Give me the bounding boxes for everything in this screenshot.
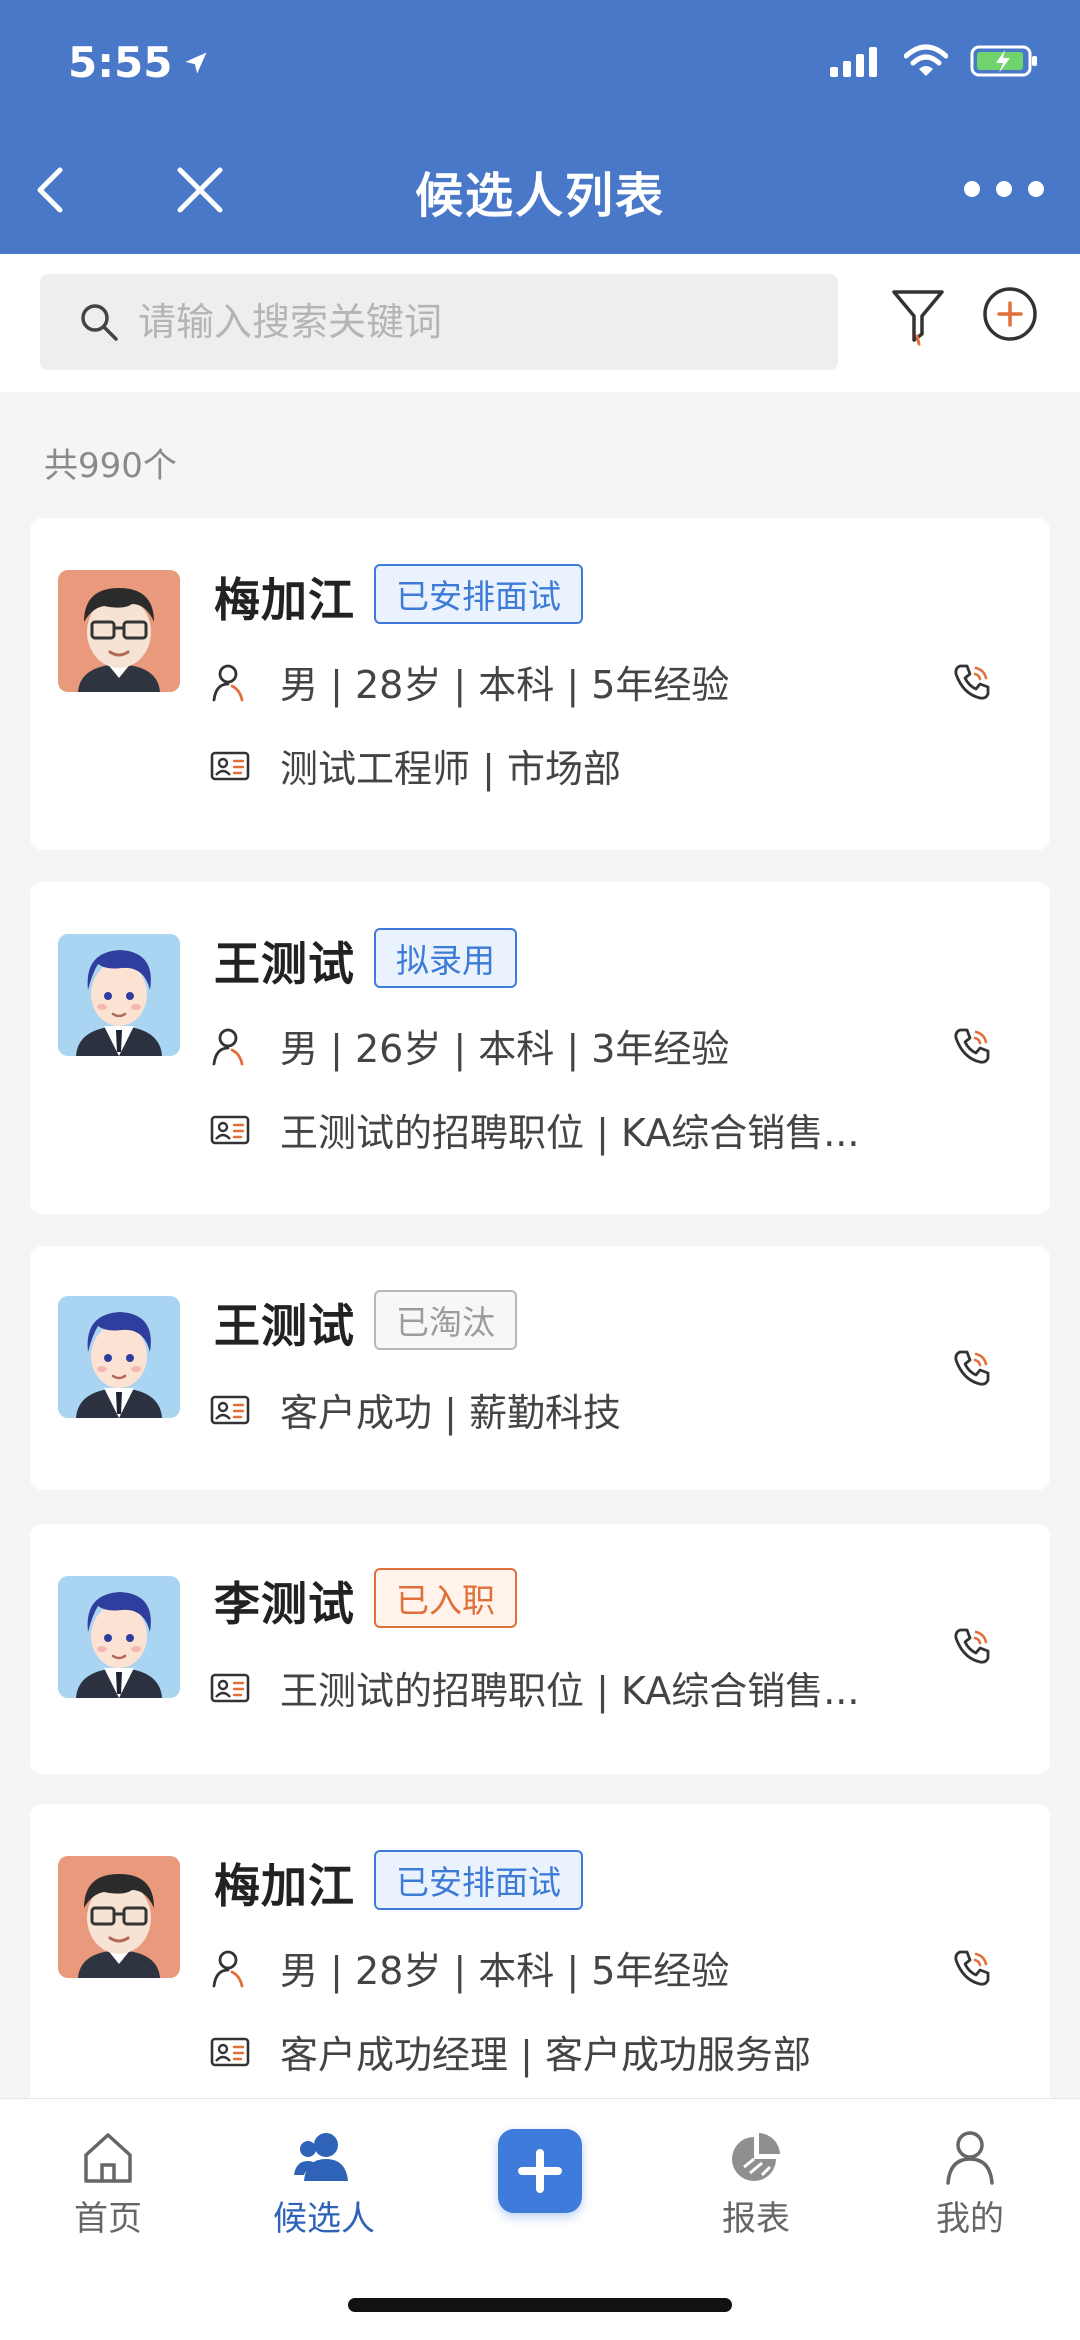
location-arrow-icon — [185, 52, 207, 73]
result-count: 共990个 — [44, 446, 177, 486]
status-badge: 已安排面试 — [374, 1850, 583, 1910]
home-icon — [84, 2133, 132, 2183]
quick-add-button[interactable] — [498, 2129, 582, 2213]
avatar — [58, 1856, 180, 1978]
candidate-info: 男 | 26岁 | 本科 | 3年经验 — [280, 1027, 730, 1071]
pie-chart-icon — [732, 2133, 780, 2181]
candidate-position-row: 客户成功 | 薪勤科技 — [210, 1382, 621, 1437]
search-row — [0, 254, 1080, 392]
search-box[interactable] — [40, 274, 838, 370]
candidate-position: 王测试的招聘职位 | KA综合销售... — [280, 1669, 860, 1713]
id-card-icon — [210, 746, 250, 786]
signal-icon — [830, 47, 877, 77]
candidate-position-row: 客户成功经理 | 客户成功服务部 — [210, 2024, 811, 2079]
phone-icon[interactable] — [950, 1346, 994, 1390]
candidate-info: 男 | 28岁 | 本科 | 5年经验 — [280, 1949, 730, 1993]
candidate-name: 梅加江 — [214, 573, 355, 627]
top-bar: 5:55 候选人列表 — [0, 0, 1080, 254]
tab-label: 我的 — [936, 2199, 1004, 2239]
candidate-position-row: 测试工程师 | 市场部 — [210, 738, 621, 793]
phone-icon[interactable] — [950, 1624, 994, 1668]
candidate-card[interactable]: 梅加江 已安排面试 男 | 28岁 | 本科 | 5年经验 测试工程师 | 市场… — [30, 518, 1050, 850]
candidate-position: 王测试的招聘职位 | KA综合销售... — [280, 1111, 860, 1155]
id-card-icon — [210, 2032, 250, 2072]
candidate-name: 李测试 — [214, 1577, 355, 1631]
candidate-card[interactable]: 梅加江 已安排面试 男 | 28岁 | 本科 | 5年经验 客户成功经理 | 客… — [30, 1804, 1050, 2144]
person-icon — [210, 662, 250, 702]
candidate-info-row: 男 | 28岁 | 本科 | 5年经验 — [210, 1940, 729, 1995]
add-candidate-icon[interactable] — [980, 284, 1040, 344]
status-time: 5:55 — [68, 38, 210, 87]
person-icon — [210, 1948, 250, 1988]
id-card-icon — [210, 1110, 250, 1150]
battery-charging-icon — [970, 45, 1037, 77]
avatar — [58, 1296, 180, 1418]
page-title: 候选人列表 — [414, 168, 665, 224]
candidate-name: 梅加江 — [214, 1859, 355, 1913]
candidate-card[interactable]: 王测试 已淘汰 客户成功 | 薪勤科技 — [30, 1246, 1050, 1490]
candidate-info-row: 男 | 28岁 | 本科 | 5年经验 — [210, 654, 729, 709]
id-card-icon — [210, 1390, 250, 1430]
tab-label: 报表 — [722, 2199, 790, 2239]
avatar — [58, 1576, 180, 1698]
candidate-position: 客户成功 | 薪勤科技 — [280, 1391, 621, 1435]
tab-label: 首页 — [74, 2199, 142, 2239]
nav-bar: 候选人列表 — [0, 150, 1080, 230]
candidate-position: 测试工程师 | 市场部 — [280, 747, 621, 791]
candidate-name: 王测试 — [214, 1299, 355, 1353]
candidate-info: 男 | 28岁 | 本科 | 5年经验 — [280, 663, 730, 707]
plus-icon — [518, 2149, 562, 2193]
search-icon — [81, 304, 118, 341]
candidate-card[interactable]: 李测试 已入职 王测试的招聘职位 | KA综合销售... — [30, 1524, 1050, 1774]
phone-icon[interactable] — [950, 660, 994, 704]
status-badge: 已淘汰 — [374, 1290, 517, 1350]
candidate-name: 王测试 — [214, 937, 355, 991]
status-badge: 拟录用 — [374, 928, 517, 988]
candidate-position: 客户成功经理 | 客户成功服务部 — [280, 2033, 811, 2077]
person-icon — [946, 2131, 994, 2185]
users-icon — [294, 2133, 348, 2181]
filter-icon[interactable] — [888, 284, 948, 348]
person-icon — [210, 1026, 250, 1066]
status-badge: 已入职 — [374, 1568, 517, 1628]
tab-label: 候选人 — [273, 2199, 375, 2239]
candidate-card[interactable]: 王测试 拟录用 男 | 26岁 | 本科 | 3年经验 王测试的招聘职位 | K… — [30, 882, 1050, 1214]
candidate-info-row: 男 | 26岁 | 本科 | 3年经验 — [210, 1018, 729, 1073]
avatar — [58, 934, 180, 1056]
id-card-icon — [210, 1668, 250, 1708]
wifi-icon — [904, 44, 948, 76]
home-indicator — [348, 2298, 732, 2312]
tab-reports[interactable]: 报表 — [686, 2129, 826, 2240]
status-badge: 已安排面试 — [374, 564, 583, 624]
avatar — [58, 570, 180, 692]
more-icon[interactable] — [964, 164, 1044, 214]
search-input[interactable] — [136, 299, 780, 345]
candidate-position-row: 王测试的招聘职位 | KA综合销售... — [210, 1660, 859, 1715]
tab-mine[interactable]: 我的 — [900, 2129, 1040, 2240]
phone-icon[interactable] — [950, 1024, 994, 1068]
phone-icon[interactable] — [950, 1946, 994, 1990]
tab-candidates[interactable]: 候选人 — [254, 2129, 394, 2240]
status-indicators — [830, 44, 1040, 78]
candidate-position-row: 王测试的招聘职位 | KA综合销售... — [210, 1102, 859, 1157]
tab-home[interactable]: 首页 — [38, 2129, 178, 2240]
